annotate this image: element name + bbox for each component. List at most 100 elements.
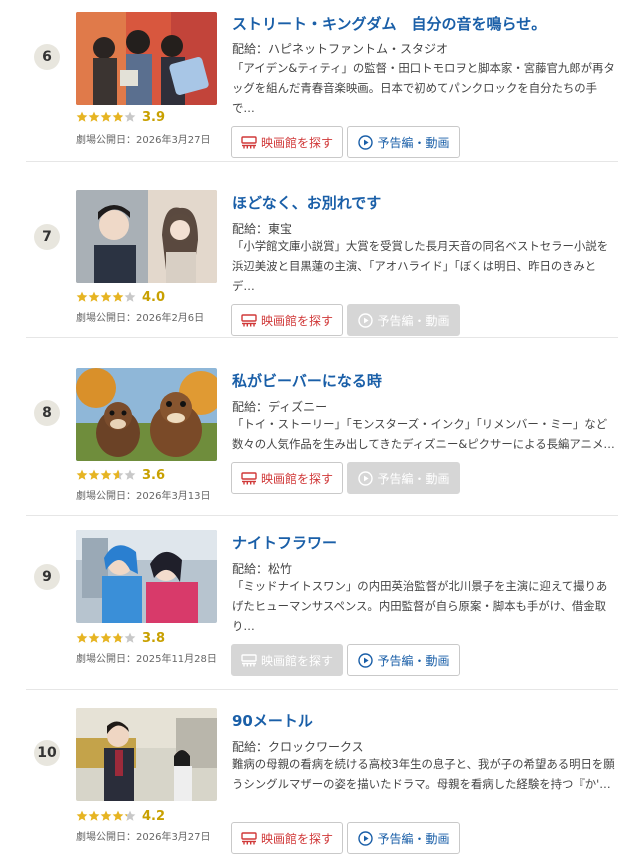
divider [26,337,618,338]
star-icon [112,469,124,480]
movie-title[interactable]: 私がビーバーになる時 [232,370,382,391]
find-theater-label: 映画館を探す [260,653,333,668]
find-theater-button[interactable]: 映画館を探す [231,304,343,336]
movie-title[interactable]: ナイトフラワー [232,532,337,553]
movie-item: 6 3.9 劇場公開日：2026年3月27日 ストリート・キングダム 自分の音を… [0,0,640,162]
movie-poster[interactable] [76,708,217,801]
find-theater-button[interactable]: 映画館を探す [231,126,343,158]
distributor: 配給：松竹 [232,562,293,576]
movie-description: 「トイ・ストーリー」「モンスターズ・インク」「リメンバー・ミー」など数々の人気作… [232,417,615,451]
release-date: 劇場公開日：2026年3月27日 [76,135,211,146]
rating: 4.2 [76,807,165,825]
cinema-seat-icon [241,653,257,667]
trailer-label: 予告編・動画 [377,653,450,668]
movie-poster[interactable] [76,190,217,283]
trailer-button[interactable]: 予告編・動画 [347,304,460,336]
distributor: 配給：ディズニー [232,400,328,414]
star-icon [76,111,88,122]
find-theater-button[interactable]: 映画館を探す [231,462,343,494]
rank-badge: 9 [34,564,60,590]
divider [26,689,618,690]
star-icon [76,632,88,643]
star-rating [76,111,136,123]
distributor: 配給：東宝 [232,222,293,236]
star-icon [112,291,124,302]
rating-score: 3.8 [142,630,166,646]
play-circle-icon [357,830,373,846]
rating-score: 4.0 [142,289,166,305]
star-icon [100,469,112,480]
cinema-seat-icon [241,313,257,327]
rating: 3.6 [76,466,165,484]
movie-title[interactable]: ほどなく、お別れです [232,192,381,213]
star-icon [100,291,112,302]
trailer-button[interactable]: 予告編・動画 [347,822,460,854]
release-date: 劇場公開日：2025年11月28日 [76,654,217,665]
movie-title[interactable]: ストリート・キングダム 自分の音を鳴らせ。 [232,13,546,34]
movie-description: 「ミッドナイトスワン」の内田英治監督が北川景子を主演に迎えて撮りあげたヒューマン… [232,579,608,633]
movie-item: 10 4.2 劇場公開日：2026年3月27日 90メートル 配給：クロックワー… [0,694,640,862]
trailer-label: 予告編・動画 [377,135,450,150]
movie-description: 難病の母親の看病を続ける高校3年生の息子と、我が子の希望ある明日を願うシングルマ… [232,757,615,791]
play-circle-icon [357,134,373,150]
star-icon [124,291,136,302]
trailer-label: 予告編・動画 [377,471,450,486]
find-theater-label: 映画館を探す [260,135,333,150]
movie-item: 8 3.6 劇場公開日：2026年3月13日 私がビーバーになる時 配給：ディズ… [0,354,640,516]
divider [26,161,618,162]
cinema-seat-icon [241,831,257,845]
rank-badge: 6 [34,44,60,70]
movie-title[interactable]: 90メートル [232,710,313,731]
movie-item: 9 3.8 劇場公開日：2025年11月28日 ナイトフラワー 配給：松竹 「ミ… [0,516,640,690]
movie-description: 「アイデン&ティティ」の監督・田口トモロヲと脚本家・宮藤官九郎が再タッグを組んだ… [232,61,615,115]
movie-poster[interactable] [76,12,217,105]
release-date: 劇場公開日：2026年2月6日 [76,313,205,324]
rank-badge: 7 [34,224,60,250]
release-date: 劇場公開日：2026年3月13日 [76,491,211,502]
cinema-seat-icon [241,135,257,149]
star-icon [76,810,88,821]
cinema-seat-icon [241,471,257,485]
distributor: 配給：ハピネットファントム・スタジオ [232,42,449,56]
trailer-button[interactable]: 予告編・動画 [347,462,460,494]
movie-item: 7 4.0 劇場公開日：2026年2月6日 ほどなく、お別れです 配給：東宝 「… [0,176,640,338]
star-icon [76,469,88,480]
trailer-button[interactable]: 予告編・動画 [347,644,460,676]
play-circle-icon [357,470,373,486]
rating: 3.9 [76,108,165,126]
star-icon [88,291,100,302]
rank-badge: 8 [34,400,60,426]
rating: 3.8 [76,629,165,647]
star-icon [112,632,124,643]
trailer-label: 予告編・動画 [377,831,450,846]
rating-score: 3.9 [142,109,166,125]
rating-score: 3.6 [142,467,166,483]
star-icon [124,632,136,643]
star-icon [112,111,124,122]
star-icon [100,810,112,821]
find-theater-label: 映画館を探す [260,831,333,846]
star-icon [76,291,88,302]
rank-badge: 10 [34,740,60,766]
play-circle-icon [357,312,373,328]
movie-description: 「小学館文庫小説賞」大賞を受賞した長月天音の同名ベストセラー小説を浜辺美波と目黒… [232,239,609,293]
star-rating [76,291,136,303]
find-theater-label: 映画館を探す [260,313,333,328]
trailer-button[interactable]: 予告編・動画 [347,126,460,158]
movie-poster[interactable] [76,368,217,461]
star-icon [124,469,136,480]
trailer-label: 予告編・動画 [377,313,450,328]
star-rating [76,469,136,481]
star-icon [112,810,124,821]
star-rating [76,632,136,644]
star-icon [124,810,136,821]
rating-score: 4.2 [142,808,166,824]
find-theater-button[interactable]: 映画館を探す [231,644,343,676]
star-icon [100,111,112,122]
star-icon [88,810,100,821]
movie-poster[interactable] [76,530,217,623]
star-icon [88,111,100,122]
find-theater-button[interactable]: 映画館を探す [231,822,343,854]
star-icon [88,469,100,480]
star-icon [100,632,112,643]
